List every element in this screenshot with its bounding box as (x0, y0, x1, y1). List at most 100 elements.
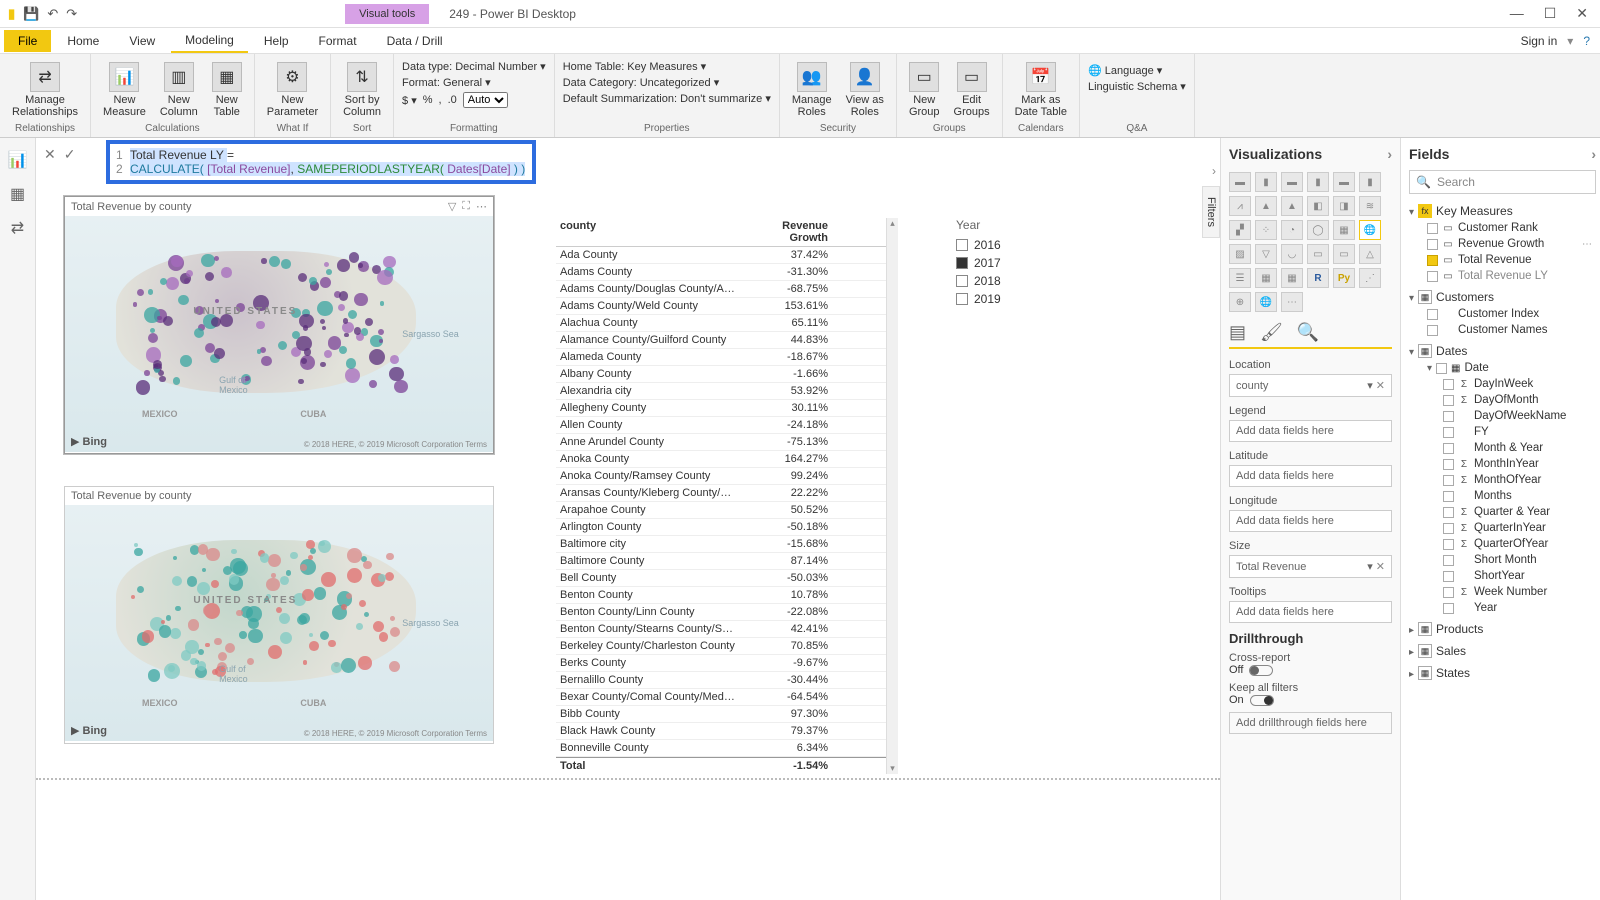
new-table-button[interactable]: ▦New Table (208, 60, 246, 120)
help-icon[interactable]: ? (1583, 34, 1590, 48)
new-column-button[interactable]: ▥New Column (156, 60, 202, 120)
viz-key-inf[interactable]: ⋰ (1359, 268, 1381, 288)
table-row[interactable]: Bell County-50.03% (556, 570, 886, 587)
table-row[interactable]: Aransas County/Kleberg County/…22.22% (556, 485, 886, 502)
col-county[interactable]: county (556, 218, 746, 246)
table-row[interactable]: Adams County/Douglas County/A…-68.75% (556, 281, 886, 298)
comma-icon[interactable]: , (439, 94, 442, 106)
table-row[interactable]: Adams County/Weld County153.61% (556, 298, 886, 315)
format-dropdown[interactable]: Format: General ▾ (402, 76, 546, 89)
table-row[interactable]: Anne Arundel County-75.13% (556, 434, 886, 451)
tab-modeling[interactable]: Modeling (171, 29, 248, 53)
formula-commit-icon[interactable]: ✓ (64, 146, 76, 163)
table-row[interactable]: Bernalillo County-30.44% (556, 672, 886, 689)
sign-in-link[interactable]: Sign in (1521, 34, 1558, 48)
keep-filters-toggle[interactable] (1250, 695, 1274, 706)
viz-multi-card[interactable]: ▭ (1333, 244, 1355, 264)
slicer-option[interactable]: 2018 (956, 274, 1076, 288)
viz-combo2[interactable]: ◨ (1333, 196, 1355, 216)
field-item[interactable]: ▭Revenue Growth⋯ (1409, 236, 1596, 252)
field-item[interactable]: ΣQuarter & Year (1409, 504, 1596, 520)
field-item[interactable]: DayOfWeekName (1409, 408, 1596, 424)
edit-groups-button[interactable]: ▭Edit Groups (950, 60, 994, 120)
report-canvas[interactable]: ✕ ✓ 1Total Revenue LY = 2CALCULATE( [Tot… (36, 138, 1220, 900)
table-sales[interactable]: ▦Sales (1409, 642, 1596, 660)
field-date-hierarchy[interactable]: ▾▦Date (1409, 360, 1596, 376)
field-item[interactable]: ▭Total Revenue (1409, 252, 1596, 268)
table-row[interactable]: Albany County-1.66% (556, 366, 886, 383)
viz-more[interactable]: ⋯ (1281, 292, 1303, 312)
table-row[interactable]: Alamance County/Guilford County44.83% (556, 332, 886, 349)
maximize-icon[interactable]: ☐ (1544, 5, 1557, 22)
viz-funnel[interactable]: ▽ (1255, 244, 1277, 264)
table-row[interactable]: Alameda County-18.67% (556, 349, 886, 366)
tab-file[interactable]: File (4, 30, 51, 52)
slicer-option[interactable]: 2019 (956, 292, 1076, 306)
map-visual-1[interactable]: Total Revenue by county ▽⛶⋯ UNITED STATE… (64, 196, 494, 454)
field-item[interactable]: Year (1409, 600, 1596, 616)
tab-home[interactable]: Home (53, 30, 113, 52)
table-row[interactable]: Arapahoe County50.52% (556, 502, 886, 519)
table-row[interactable]: Baltimore city-15.68% (556, 536, 886, 553)
table-visual[interactable]: countyRevenue Growth Ada County37.42% Ada… (556, 218, 898, 774)
well-location-field[interactable]: county▾ ✕ (1229, 374, 1392, 397)
viz-clustered-bar[interactable]: ▬ (1281, 172, 1303, 192)
table-row[interactable]: Black Hawk County79.37% (556, 723, 886, 740)
close-icon[interactable]: ✕ (1576, 5, 1588, 22)
mark-as-date-table-button[interactable]: 📅Mark as Date Table (1011, 60, 1071, 120)
focus-icon[interactable]: ⛶ (462, 200, 470, 213)
tab-data-drill[interactable]: Data / Drill (373, 30, 457, 52)
expand-icon-2[interactable]: › (1591, 146, 1596, 162)
save-icon[interactable]: 💾 (23, 6, 39, 22)
format-mode-icon[interactable]: 🖌 (1260, 322, 1283, 343)
viz-waterfall[interactable]: ▞ (1229, 220, 1251, 240)
field-item[interactable]: Month & Year (1409, 440, 1596, 456)
well-longitude-field[interactable]: Add data fields here (1229, 510, 1392, 532)
remove-field-icon[interactable]: ✕ (1376, 380, 1385, 392)
well-latitude-field[interactable]: Add data fields here (1229, 465, 1392, 487)
table-row[interactable]: Allegheny County30.11% (556, 400, 886, 417)
expand-icon[interactable]: › (1387, 146, 1392, 162)
viz-100-col[interactable]: ▮ (1359, 172, 1381, 192)
slicer-option[interactable]: 2017 (956, 256, 1076, 270)
new-parameter-button[interactable]: ⚙New Parameter (263, 60, 322, 120)
table-customers[interactable]: ▦Customers (1409, 288, 1596, 306)
viz-map[interactable]: 🌐 (1359, 220, 1381, 240)
drillthrough-well[interactable]: Add drillthrough fields here (1229, 712, 1392, 734)
slicer-option[interactable]: 2016 (956, 238, 1076, 252)
default-summarization-dropdown[interactable]: Default Summarization: Don't summarize ▾ (563, 92, 771, 105)
field-item[interactable]: ▭Customer Rank (1409, 220, 1596, 236)
field-item[interactable]: Customer Index (1409, 306, 1596, 322)
table-row[interactable]: Berks County-9.67% (556, 655, 886, 672)
viz-scatter[interactable]: ⁘ (1255, 220, 1277, 240)
year-slicer[interactable]: Year 2016201720182019 (956, 218, 1076, 310)
viz-slicer[interactable]: ☰ (1229, 268, 1251, 288)
fields-search[interactable]: 🔍Search (1409, 170, 1596, 194)
data-type-dropdown[interactable]: Data type: Decimal Number ▾ (402, 60, 546, 73)
collapse-icon[interactable]: › (1212, 164, 1216, 178)
viz-kpi[interactable]: △ (1359, 244, 1381, 264)
cross-report-toggle[interactable] (1249, 665, 1273, 676)
table-products[interactable]: ▦Products (1409, 620, 1596, 638)
table-row[interactable]: Berkeley County/Charleston County70.85% (556, 638, 886, 655)
viz-table[interactable]: ▦ (1255, 268, 1277, 288)
tab-help[interactable]: Help (250, 30, 303, 52)
contextual-tab-visual-tools[interactable]: Visual tools (345, 4, 429, 24)
minimize-icon[interactable]: — (1510, 5, 1524, 22)
col-revenue-growth[interactable]: Revenue Growth (746, 218, 836, 246)
viz-clustered-col[interactable]: ▮ (1307, 172, 1329, 192)
filters-pane-collapsed[interactable]: Filters (1202, 186, 1220, 238)
viz-area[interactable]: ▲ (1255, 196, 1277, 216)
more-icon[interactable]: ⋯ (476, 200, 487, 213)
field-item[interactable]: ΣQuarterOfYear (1409, 536, 1596, 552)
linguistic-schema-dropdown[interactable]: Linguistic Schema ▾ (1088, 80, 1186, 93)
viz-matrix[interactable]: ▦ (1281, 268, 1303, 288)
tab-view[interactable]: View (115, 30, 169, 52)
table-row[interactable]: Ada County37.42% (556, 247, 886, 264)
viz-donut[interactable]: ◯ (1307, 220, 1329, 240)
new-group-button[interactable]: ▭New Group (905, 60, 944, 120)
table-row[interactable]: Bonneville County6.34% (556, 740, 886, 757)
field-item[interactable]: ▭Total Revenue LY (1409, 268, 1596, 284)
sort-by-column-button[interactable]: ⇅Sort by Column (339, 60, 385, 120)
currency-icon[interactable]: $ ▾ (402, 94, 417, 107)
